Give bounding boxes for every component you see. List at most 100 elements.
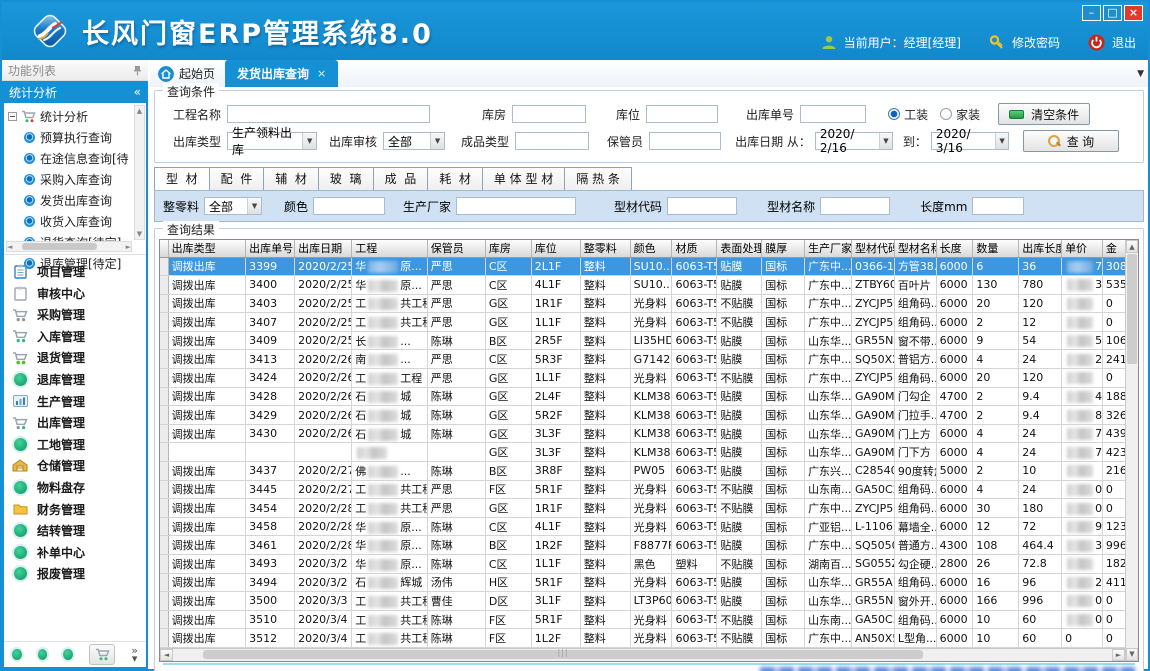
table-cell[interactable]: G区 [485,369,531,388]
table-cell[interactable]: 2 [973,313,1019,332]
table-cell[interactable]: 2020/2/26 [295,387,352,406]
table-cell[interactable]: 2020/2/27 [295,480,352,499]
table-cell[interactable]: 10 [1019,462,1062,481]
table-cell[interactable]: 国标 [762,536,805,555]
table-cell[interactable]: 6000 [936,424,973,443]
table-cell[interactable]: 6000 [936,257,973,276]
table-row[interactable]: 调拨出库34612020/2/28华原...陈琳B区1R2F整料F8877FT6… [160,536,1125,555]
table-row[interactable]: 调拨出库34282020/2/26石城陈琳G区2L4F整料KLM38176063… [160,387,1125,406]
table-cell[interactable] [1062,313,1103,332]
table-cell[interactable]: KLM3817 [630,406,672,425]
table-cell[interactable]: ZYCJP5... [851,499,894,518]
table-cell[interactable]: 3494 [246,573,295,592]
table-cell[interactable]: 整料 [580,629,630,648]
table-cell[interactable]: 1L1F [531,313,580,332]
table-cell[interactable]: 182 [1102,555,1125,574]
table-cell[interactable]: F区 [485,610,531,629]
scroll-down-icon[interactable]: ▼ [1126,648,1138,661]
table-cell[interactable]: 广东中... [805,350,852,369]
table-cell[interactable]: G区 [485,387,531,406]
table-cell[interactable]: 0 [1102,369,1125,388]
table-cell[interactable]: 调拨出库 [168,462,246,481]
table-cell[interactable]: 6063-T5 [672,480,717,499]
table-cell[interactable]: H区 [485,573,531,592]
radio-jiazhuang-label[interactable]: 家装 [956,106,980,123]
table-cell[interactable]: 贴膜 [717,387,762,406]
table-cell[interactable]: 石辉城 [352,573,427,592]
table-cell[interactable]: 0 [1062,480,1103,499]
table-cell[interactable]: 0 [1102,480,1125,499]
table-cell[interactable]: 国标 [762,313,805,332]
table-cell[interactable]: 4 [973,480,1019,499]
table-cell[interactable]: 整料 [580,406,630,425]
table-cell[interactable]: 0366-1.2 [851,257,894,276]
sidebar-group-header[interactable]: 统计分析 « [2,81,148,103]
table-row[interactable]: 调拨出库34372020/2/27佛...陈琳B区3R8F整料PW056063-… [160,462,1125,481]
table-cell[interactable]: C区 [485,257,531,276]
table-cell[interactable]: GA50C37 [851,610,894,629]
profile-name-input[interactable] [820,197,890,215]
table-cell[interactable]: 3409 [246,331,295,350]
table-cell[interactable]: 3407 [246,313,295,332]
column-header-出库单号[interactable]: 出库单号 [246,240,295,257]
table-cell[interactable]: 4700 [936,387,973,406]
table-cell[interactable]: AN50X50X2 [851,629,894,648]
table-cell[interactable]: 普通方... [894,536,936,555]
table-cell[interactable]: C28540B [851,462,894,481]
close-button[interactable]: × [1124,5,1143,21]
table-cell[interactable]: 黑色 [630,555,672,574]
table-cell[interactable]: 贴膜 [717,536,762,555]
table-row[interactable]: 调拨出库34452020/2/27工共工程严思F区5R1F整料光身料6063-T… [160,480,1125,499]
table-cell[interactable]: 6063-T5 [672,629,717,648]
column-header-保管员[interactable]: 保管员 [427,240,485,257]
table-cell[interactable]: 4L1F [531,517,580,536]
table-cell[interactable]: 0 [1062,592,1103,611]
search-button[interactable]: 查 询 [1023,130,1119,152]
table-cell[interactable]: 1R2F [531,536,580,555]
table-cell[interactable]: 组角码... [894,573,936,592]
tree-item[interactable]: 在途信息查询[待 [8,148,134,169]
tree-item[interactable]: 预算执行查询 [8,127,134,148]
table-cell[interactable]: LT3P60 [630,592,672,611]
table-cell[interactable]: 广东中... [805,294,852,313]
table-cell[interactable]: 130 [973,276,1019,295]
table-cell[interactable]: ZYCJP5... [851,369,894,388]
table-cell[interactable]: 调拨出库 [168,573,246,592]
table-cell[interactable]: 3437 [246,462,295,481]
table-cell[interactable]: 5R1F [531,573,580,592]
table-cell[interactable]: 陈琳 [427,424,485,443]
column-header-金[interactable]: 金 [1102,240,1125,257]
table-cell[interactable]: 6063-T5 [672,536,717,555]
table-cell[interactable]: 整料 [580,369,630,388]
table-row[interactable]: 调拨出库34292020/2/26石城陈琳G区5R2F整料KLM38176063… [160,406,1125,425]
table-cell[interactable]: 60 [1019,610,1062,629]
table-cell[interactable]: 调拨出库 [168,555,246,574]
table-cell[interactable]: 24 [1019,424,1062,443]
table-cell[interactable]: 华原... [352,555,427,574]
sidebar-item-入库管理[interactable]: 入库管理 [12,328,142,345]
table-cell[interactable]: 6063-T5 [672,294,717,313]
table-cell[interactable]: 光身料 [630,610,672,629]
table-cell[interactable]: 108 [973,536,1019,555]
table-cell[interactable]: 工工程 [352,369,427,388]
sidebar-item-工地管理[interactable]: 工地管理 [12,436,142,453]
table-cell[interactable]: 调拨出库 [168,294,246,313]
table-cell[interactable]: 2020/2/26 [295,369,352,388]
table-cell[interactable]: 湖南百... [805,555,852,574]
table-cell[interactable]: 石城 [352,406,427,425]
table-cell[interactable]: 0 [1062,499,1103,518]
table-cell[interactable]: 窗不带... [894,331,936,350]
table-cell[interactable]: 工共工程 [352,610,427,629]
change-password-link[interactable]: 修改密码 [1012,34,1060,51]
tab-close-icon[interactable]: × [317,67,326,80]
table-cell[interactable]: 9.4 [1019,387,1062,406]
table-cell[interactable]: 工共工程 [352,480,427,499]
sidebar-item-物料盘存[interactable]: 物料盘存 [12,479,142,496]
table-cell[interactable]: 2020/2/25 [295,313,352,332]
table-cell[interactable]: 广东中... [805,536,852,555]
table-cell[interactable]: 百叶片 [894,276,936,295]
keeper-input[interactable] [649,132,721,150]
table-cell[interactable]: 光身料 [630,480,672,499]
table-cell[interactable]: 国标 [762,610,805,629]
table-cell[interactable]: 组角码... [894,610,936,629]
